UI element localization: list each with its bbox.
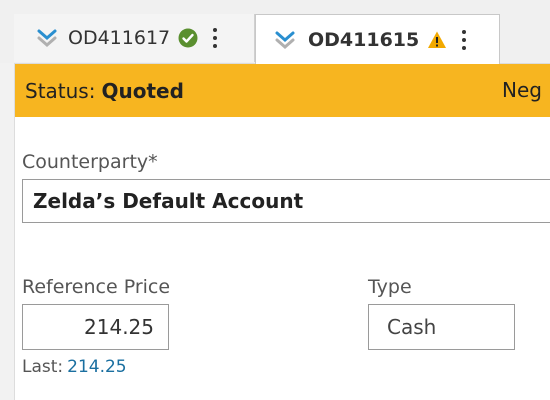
tab-bar: OD411617 OD411615 (0, 0, 550, 65)
reference-price-field[interactable]: 214.25 (22, 304, 169, 350)
status-right-text: Neg (502, 78, 542, 102)
tab-label: OD411617 (68, 27, 171, 49)
last-price-link[interactable]: 214.25 (67, 357, 126, 377)
type-field[interactable]: Cash (368, 304, 515, 350)
warning-icon (427, 30, 447, 50)
last-price-line: Last: 214.25 (22, 357, 127, 377)
left-panel-edge (0, 63, 15, 400)
chevron-down-icon[interactable] (274, 29, 296, 51)
tab-od411617[interactable]: OD411617 (14, 14, 255, 62)
status-label: Status: (25, 78, 96, 103)
type-label: Type (368, 276, 412, 298)
counterparty-field[interactable]: Zelda’s Default Account (22, 179, 550, 223)
counterparty-label: Counterparty* (22, 151, 158, 173)
tab-label: OD411615 (308, 29, 420, 51)
check-circle-icon (178, 28, 198, 48)
chevron-down-icon[interactable] (36, 27, 58, 49)
more-options-icon[interactable] (212, 28, 218, 48)
reference-price-label: Reference Price (22, 276, 171, 298)
counterparty-value: Zelda’s Default Account (33, 189, 304, 213)
last-label: Last: (22, 357, 64, 377)
tab-od411615[interactable]: OD411615 (255, 14, 500, 65)
more-options-icon[interactable] (461, 30, 467, 50)
status-value: Quoted (101, 78, 184, 103)
status-bar: Status: Quoted Neg (15, 64, 550, 117)
